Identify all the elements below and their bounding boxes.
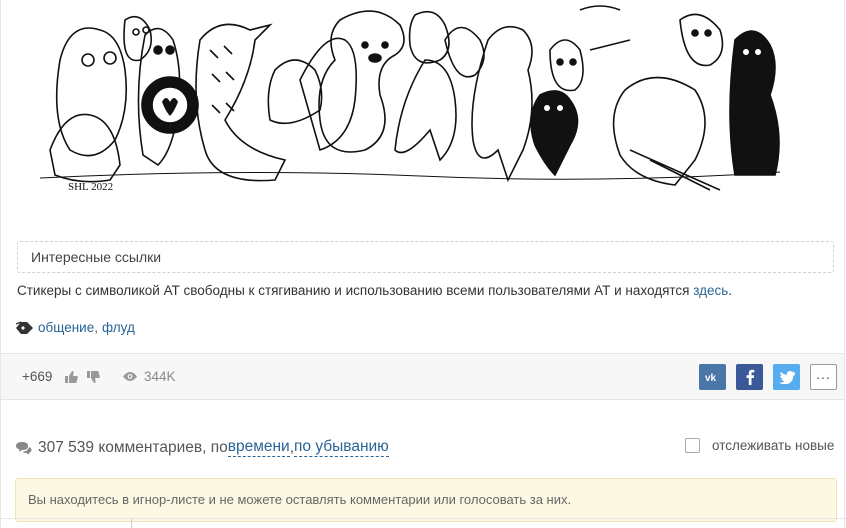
left-border <box>0 0 1 528</box>
share-more-button[interactable]: ... <box>810 364 837 390</box>
sort-by-time-link[interactable]: времени <box>227 438 290 457</box>
vk-icon: vk <box>705 373 717 382</box>
spoiler-interesting-links[interactable]: Интересные ссылки <box>17 241 834 273</box>
follow-label: отслеживать новые <box>712 438 835 453</box>
follow-new-comments[interactable]: отслеживать новые <box>685 438 834 453</box>
post-text: Стикеры с символикой АТ свободны к стяги… <box>17 283 732 298</box>
post-stats-bar: +669 344K vk ... <box>1 353 844 400</box>
follow-checkbox[interactable] <box>685 438 700 453</box>
more-icon: ... <box>816 366 831 382</box>
facebook-icon <box>746 369 754 385</box>
comments-count: 307 539 комментариев, по <box>38 438 228 456</box>
bottom-divider <box>0 518 846 519</box>
tag-separator: , <box>94 320 98 335</box>
artist-signature: SHL 2022 <box>68 181 113 193</box>
share-twitter-button[interactable] <box>773 364 800 390</box>
tag-icon <box>15 320 33 334</box>
tag-obshchenie[interactable]: общение <box>38 320 94 335</box>
post-text-end: . <box>728 283 733 298</box>
post-score: +669 <box>22 369 53 384</box>
views-counter: 344K <box>122 369 176 384</box>
thumbs-up-icon[interactable] <box>64 370 78 384</box>
comments-icon <box>16 441 32 455</box>
share-vk-button[interactable]: vk <box>699 364 726 390</box>
share-facebook-button[interactable] <box>736 364 763 390</box>
eye-icon <box>123 372 137 381</box>
post-illustration: SHL 2022 <box>40 0 780 198</box>
sort-order-link[interactable]: по убыванию <box>294 438 389 457</box>
bottom-divider-tick <box>131 519 132 528</box>
page: SHL 2022 Интересные ссылки Стикеры с сим… <box>0 0 846 528</box>
tag-flud[interactable]: флуд <box>102 320 135 335</box>
twitter-icon <box>778 370 795 384</box>
comments-header: 307 539 комментариев, по времени, по убы… <box>15 438 389 457</box>
ignore-list-notice: Вы находитесь в игнор-листе и не можете … <box>15 478 837 522</box>
svg-text:vk: vk <box>705 373 717 382</box>
spoiler-label: Интересные ссылки <box>31 249 162 265</box>
thumbs-down-icon[interactable] <box>86 370 100 384</box>
post-tags: общение, флуд <box>15 320 135 335</box>
notice-text: Вы находитесь в игнор-листе и не можете … <box>28 492 572 507</box>
stickers-link[interactable]: здесь <box>693 283 728 298</box>
views-count: 344K <box>144 369 176 384</box>
right-border <box>844 0 845 528</box>
post-text-body: Стикеры с символикой АТ свободны к стяги… <box>17 283 694 298</box>
